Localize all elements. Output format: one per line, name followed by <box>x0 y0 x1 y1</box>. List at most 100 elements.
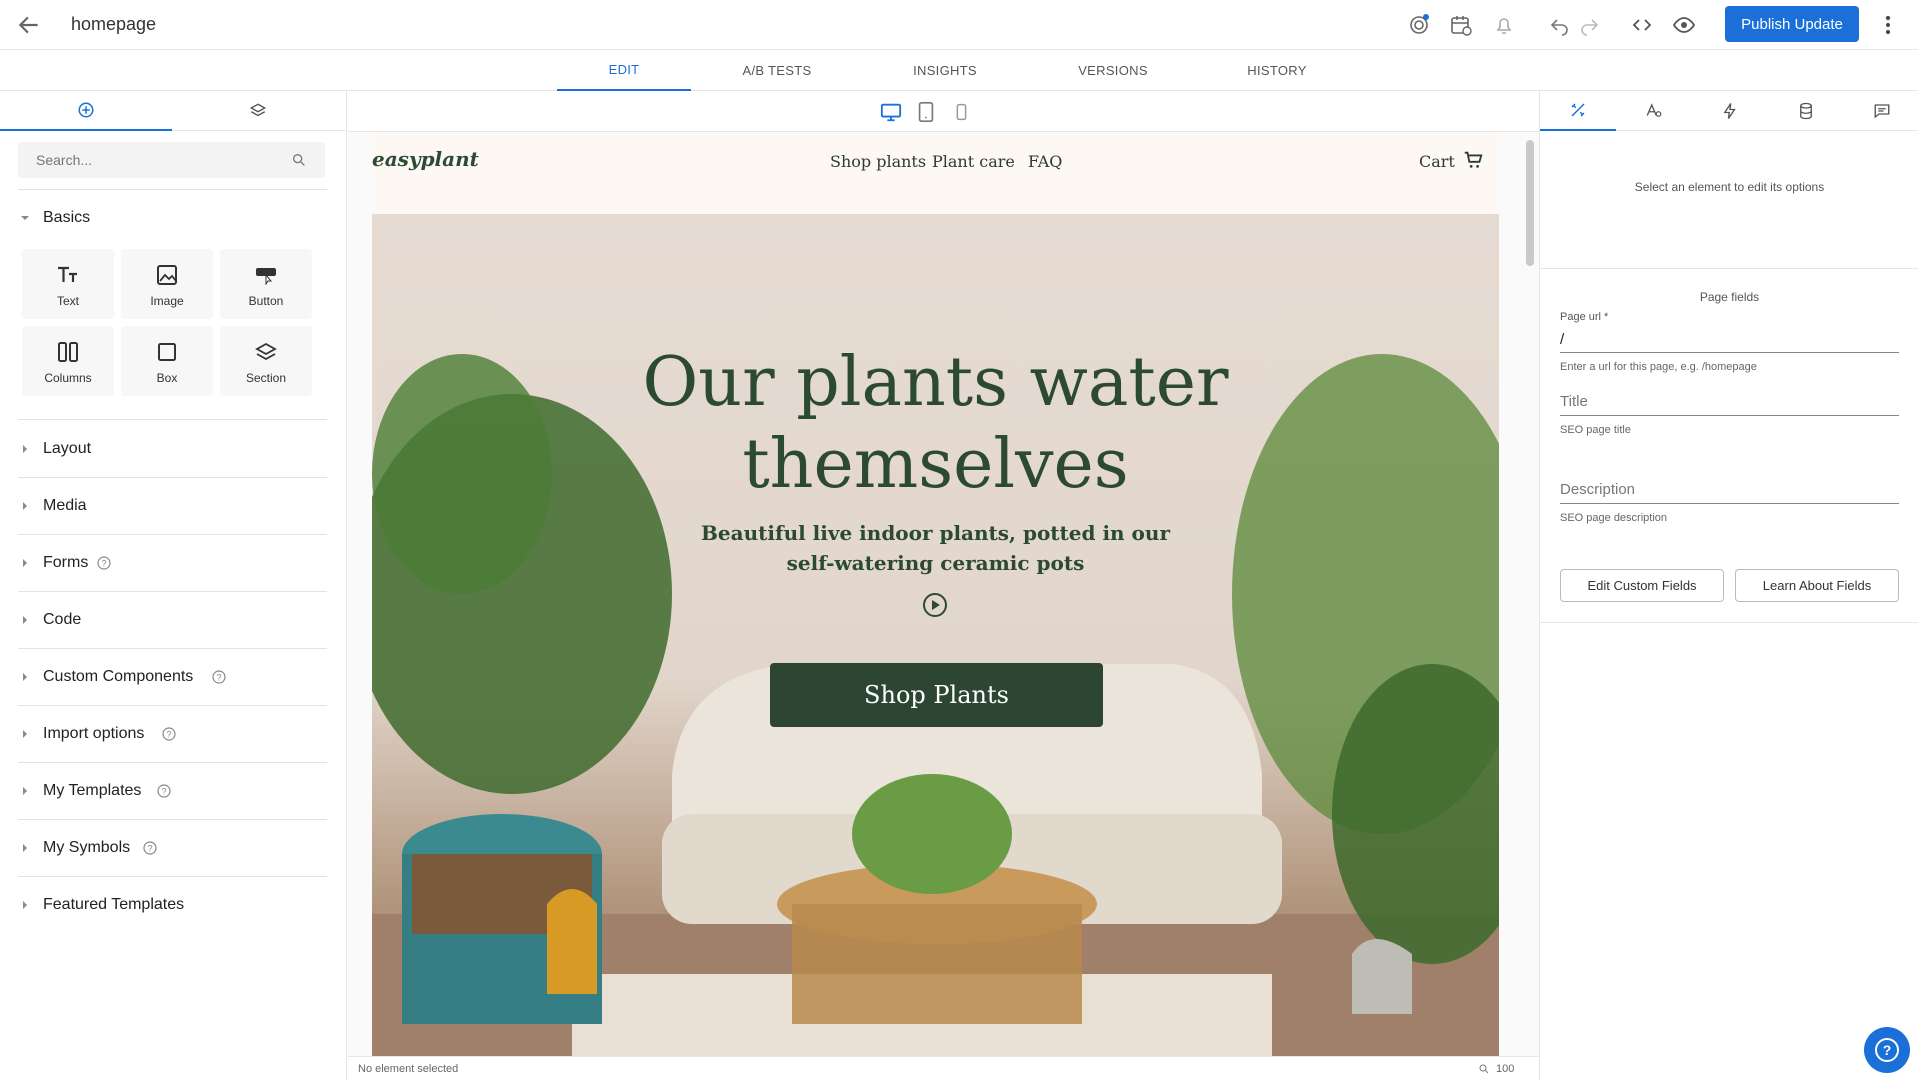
nav-plant-care[interactable]: Plant care <box>932 152 1015 171</box>
shop-plants-button[interactable]: Shop Plants <box>770 663 1103 727</box>
box-icon <box>158 343 176 361</box>
targeting-icon[interactable] <box>1407 13 1431 37</box>
play-icon[interactable] <box>922 592 948 618</box>
help-chat-button[interactable]: ? <box>1864 1027 1910 1073</box>
undo-icon[interactable] <box>1548 13 1572 37</box>
tab-versions[interactable]: VERSIONS <box>1046 50 1180 91</box>
block-button[interactable]: Button <box>220 249 312 319</box>
canvas-scrollbar[interactable] <box>1526 140 1534 266</box>
block-image[interactable]: Image <box>121 249 213 319</box>
tab-insights[interactable]: INSIGHTS <box>878 50 1012 91</box>
chevron-right-icon <box>23 730 27 738</box>
svg-text:?: ? <box>216 673 221 683</box>
nav-shop-plants[interactable]: Shop plants <box>830 152 926 171</box>
section-my-symbols[interactable]: My Symbols ? <box>0 833 347 863</box>
tab-ab-tests[interactable]: A/B TESTS <box>710 50 844 91</box>
help-icon[interactable]: ? <box>212 670 226 684</box>
chevron-right-icon <box>23 673 27 681</box>
right-panel-tabs <box>1540 91 1918 131</box>
top-bar: homepage Publish Update <box>0 0 1918 50</box>
svg-text:?: ? <box>147 844 152 854</box>
site-preview[interactable]: easyplant Shop plants Plant care FAQ Car… <box>372 132 1499 1056</box>
learn-about-fields-button[interactable]: Learn About Fields <box>1735 569 1899 602</box>
nav-faq[interactable]: FAQ <box>1028 152 1062 171</box>
divider <box>18 648 327 649</box>
tab-interactions[interactable] <box>1692 91 1768 131</box>
page-url-field: Page url * / Enter a url for this page, … <box>1560 311 1899 373</box>
desktop-view-icon[interactable] <box>880 101 902 123</box>
bell-icon[interactable] <box>1492 13 1516 37</box>
tab-comments[interactable] <box>1844 91 1918 131</box>
mobile-view-icon[interactable] <box>950 101 972 123</box>
edit-custom-fields-button[interactable]: Edit Custom Fields <box>1560 569 1724 602</box>
nav-cart[interactable]: Cart <box>1419 152 1455 171</box>
button-icon <box>256 268 276 285</box>
hero-section[interactable]: Our plants water themselves Beautiful liv… <box>372 214 1499 1056</box>
options-hint: Select an element to edit its options <box>1634 180 1825 194</box>
section-code[interactable]: Code <box>0 605 347 635</box>
chevron-right-icon <box>23 559 27 567</box>
help-icon[interactable]: ? <box>143 841 157 855</box>
lightning-icon <box>1723 103 1736 119</box>
image-icon <box>157 265 177 285</box>
typography-icon <box>1646 103 1662 117</box>
seo-title-input[interactable]: Title <box>1560 393 1899 416</box>
page-url-help: Enter a url for this page, e.g. /homepag… <box>1560 361 1757 373</box>
tab-typography[interactable] <box>1616 91 1692 131</box>
help-icon[interactable]: ? <box>162 727 176 741</box>
divider <box>18 591 327 592</box>
hero-subheading[interactable]: Beautiful live indoor plants, potted in … <box>372 518 1499 578</box>
back-arrow-icon[interactable] <box>16 12 42 38</box>
zoom-icon[interactable] <box>1478 1063 1490 1075</box>
page-url-input[interactable]: / <box>1560 331 1899 353</box>
chevron-right-icon <box>23 502 27 510</box>
cart-icon[interactable] <box>1462 149 1484 171</box>
help-icon[interactable]: ? <box>97 556 111 570</box>
section-media[interactable]: Media <box>0 491 347 521</box>
more-menu-icon[interactable] <box>1880 12 1896 38</box>
status-text: No element selected <box>358 1063 459 1075</box>
page-fields-heading: Page fields <box>1699 290 1760 304</box>
hero-heading[interactable]: Our plants water themselves <box>372 342 1499 506</box>
section-import-options[interactable]: Import options ? <box>0 719 347 749</box>
block-section[interactable]: Section <box>220 326 312 396</box>
search-icon[interactable] <box>291 152 307 168</box>
tab-history[interactable]: HISTORY <box>1210 50 1344 91</box>
page-url-label: Page url * <box>1560 311 1609 323</box>
divider <box>18 876 327 877</box>
code-icon[interactable] <box>1630 13 1654 37</box>
section-custom-components[interactable]: Custom Components ? <box>0 662 347 692</box>
site-logo[interactable]: easyplant <box>372 147 479 171</box>
publish-update-button[interactable]: Publish Update <box>1725 6 1859 42</box>
section-my-templates[interactable]: My Templates ? <box>0 776 347 806</box>
svg-text:?: ? <box>1883 1042 1892 1058</box>
chevron-right-icon <box>23 445 27 453</box>
svg-text:?: ? <box>101 559 106 569</box>
tablet-view-icon[interactable] <box>915 101 937 123</box>
block-box[interactable]: Box <box>121 326 213 396</box>
section-basics[interactable]: Basics <box>0 203 347 233</box>
tab-style[interactable] <box>1540 91 1616 131</box>
chevron-down-icon <box>21 216 29 220</box>
section-featured-templates[interactable]: Featured Templates <box>0 890 347 920</box>
tab-layers[interactable] <box>172 91 344 131</box>
tab-insert[interactable] <box>0 91 172 131</box>
tab-edit[interactable]: EDIT <box>557 50 691 91</box>
help-icon[interactable]: ? <box>157 784 171 798</box>
schedule-icon[interactable] <box>1449 13 1473 37</box>
comment-icon <box>1874 104 1890 119</box>
search-box <box>18 142 325 178</box>
redo-icon[interactable] <box>1577 13 1601 37</box>
zoom-level[interactable]: 100 <box>1496 1063 1514 1075</box>
section-layout[interactable]: Layout <box>0 434 347 464</box>
seo-description-field: Description SEO page description <box>1560 481 1899 524</box>
section-forms[interactable]: Forms ? <box>0 548 347 578</box>
tab-data[interactable] <box>1768 91 1844 131</box>
page-title: homepage <box>71 14 157 34</box>
seo-description-input[interactable]: Description <box>1560 481 1899 504</box>
search-input[interactable] <box>18 142 278 178</box>
block-columns[interactable]: Columns <box>22 326 114 396</box>
preview-eye-icon[interactable] <box>1672 13 1696 37</box>
block-text[interactable]: Text <box>22 249 114 319</box>
divider <box>18 819 327 820</box>
